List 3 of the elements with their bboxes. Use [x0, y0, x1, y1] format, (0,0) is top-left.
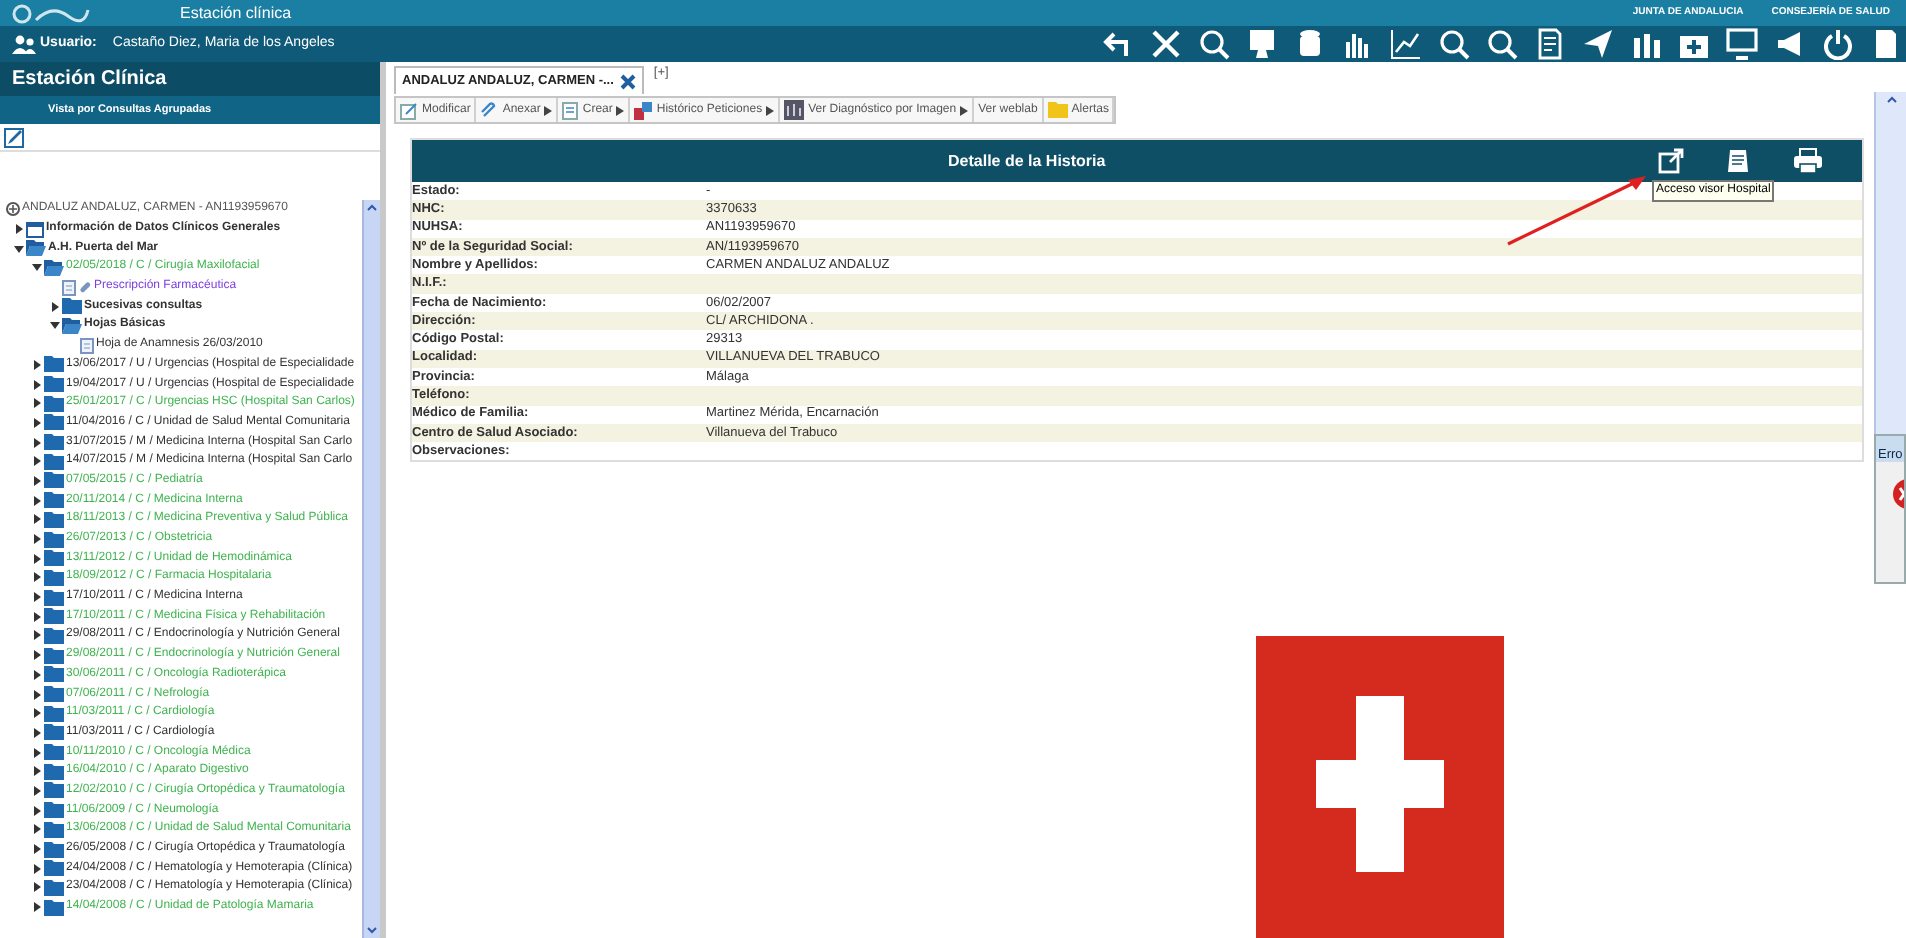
sidebar-title: Estación Clínica — [0, 62, 380, 96]
app-title: Estación clínica — [180, 1, 292, 25]
panel-title: Detalle de la Historia — [948, 149, 1106, 173]
